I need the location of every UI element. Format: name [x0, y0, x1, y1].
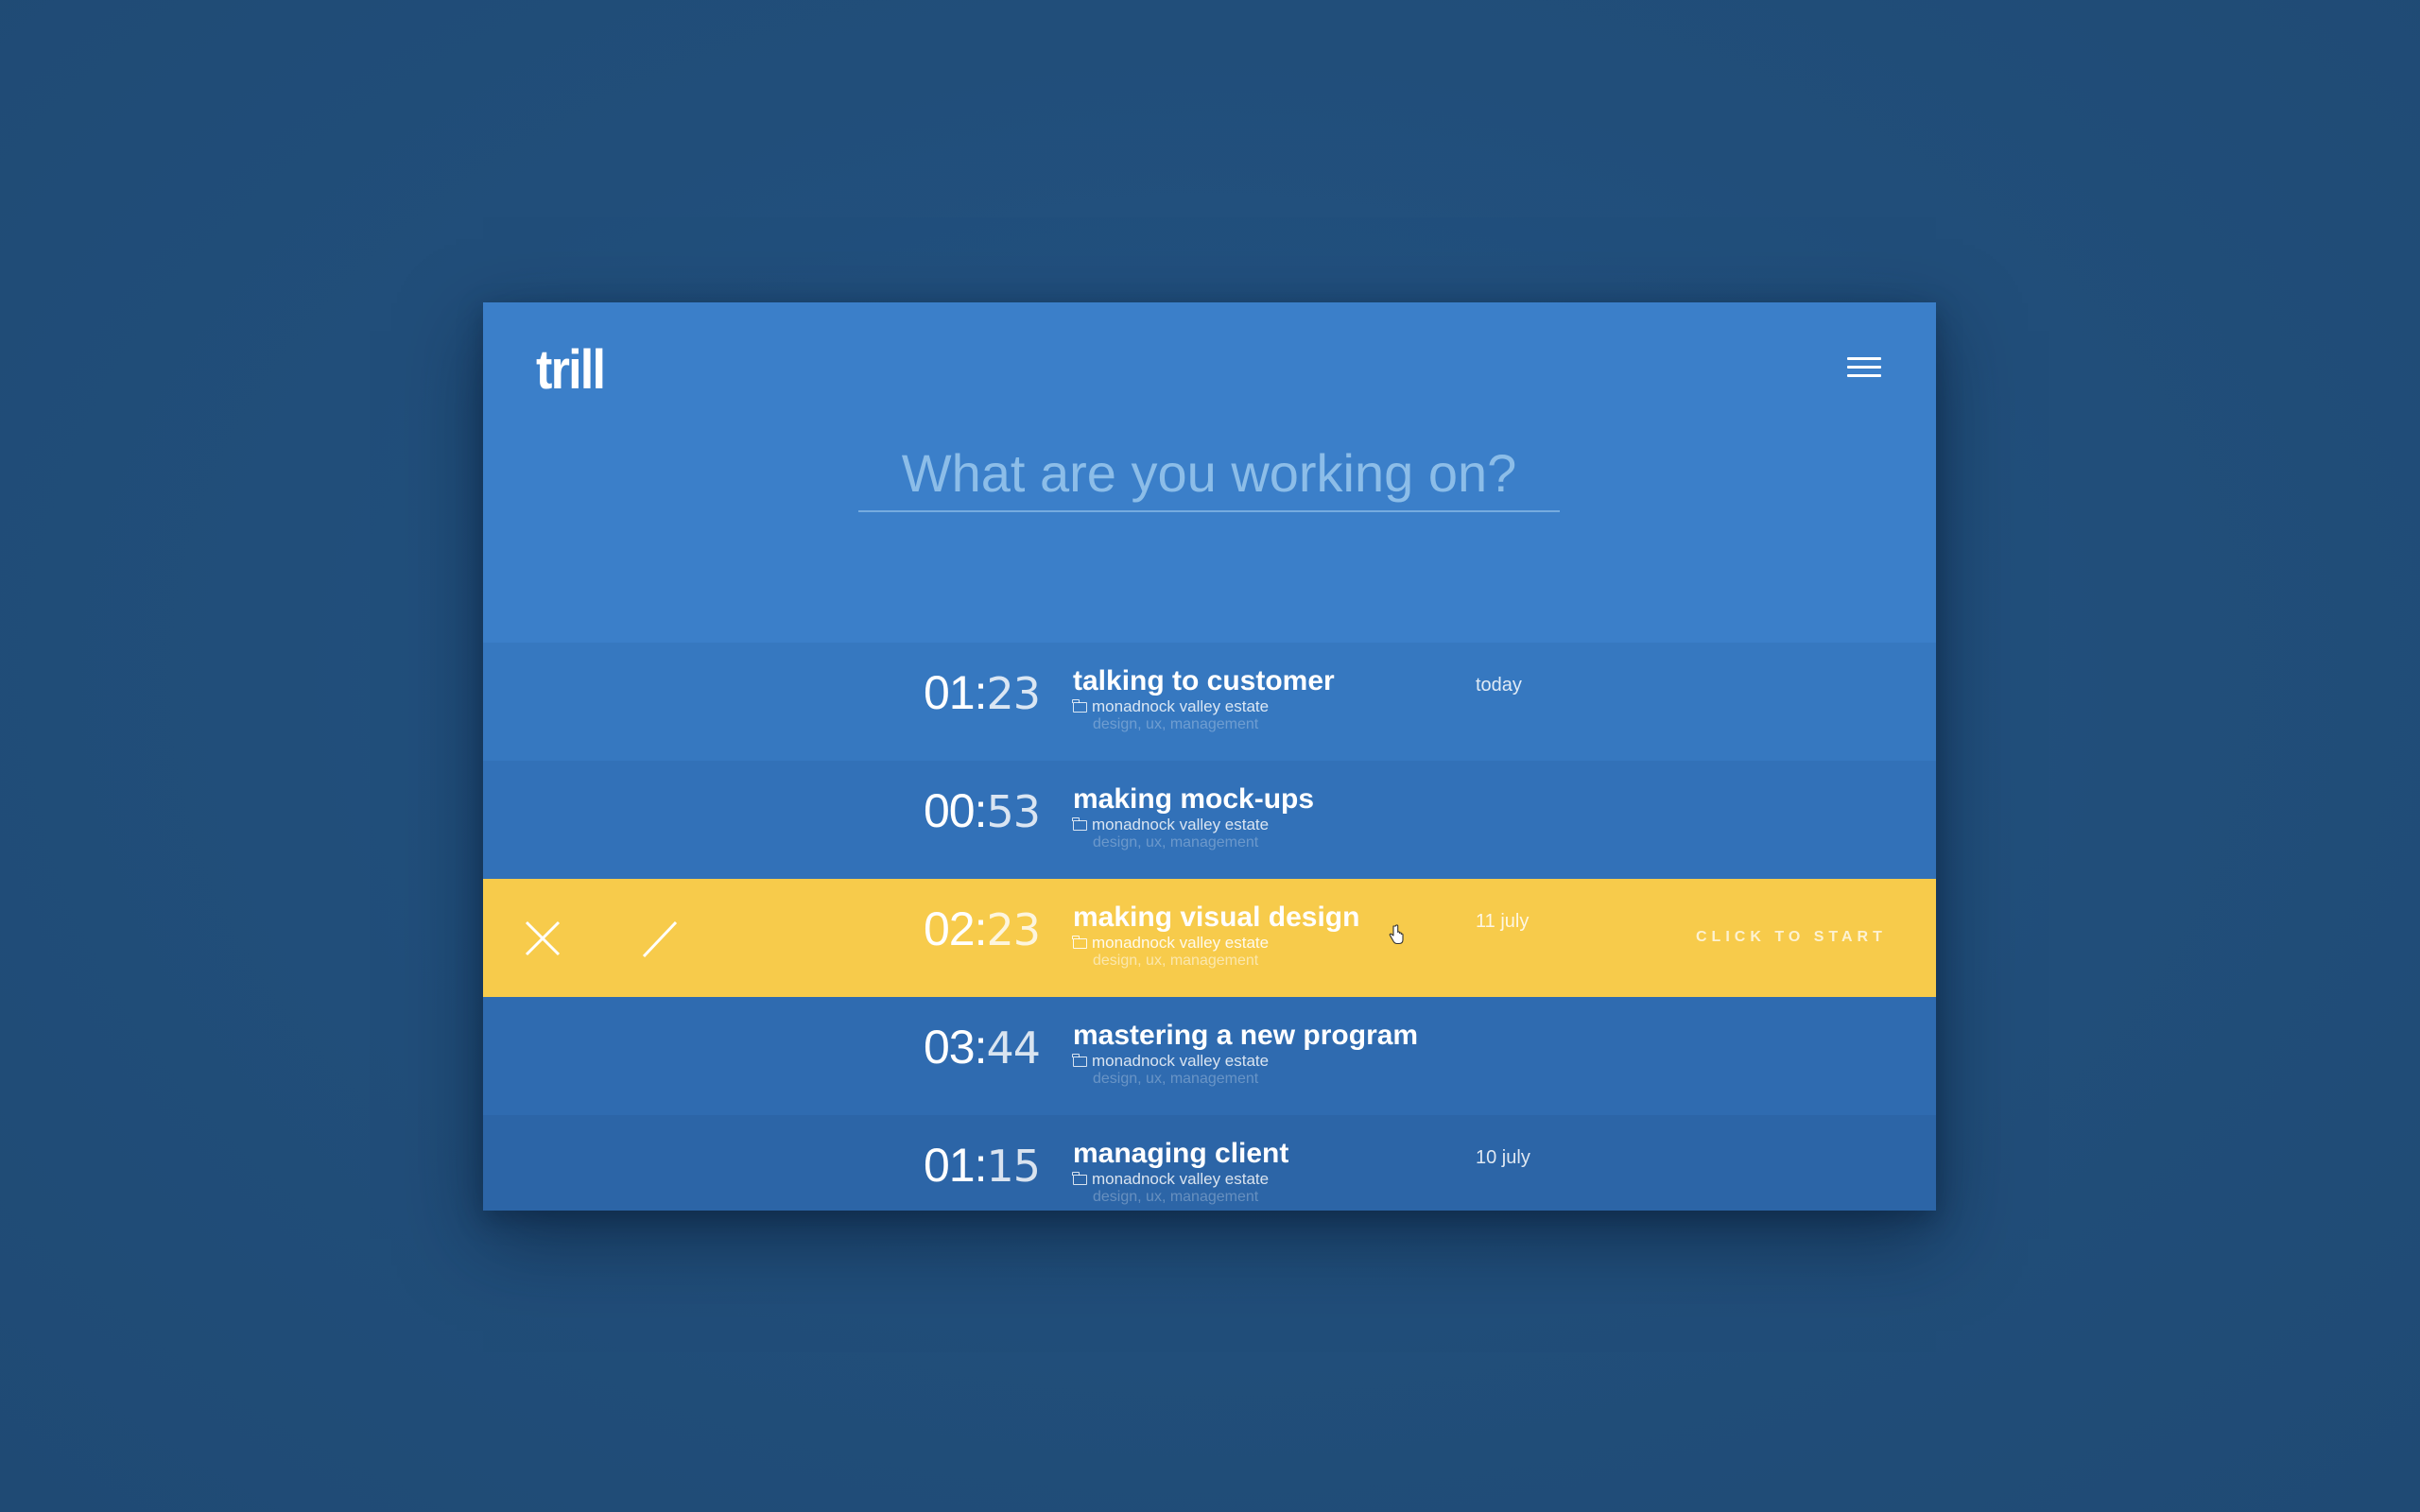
- time-colon: :: [974, 1021, 988, 1074]
- entry-date: 10 july: [1476, 1147, 1530, 1168]
- folder-icon: [1072, 1171, 1087, 1185]
- entry-duration: 03:44: [924, 1020, 1094, 1076]
- menu-line: [1847, 366, 1881, 369]
- entry-title: managing client: [1073, 1138, 1289, 1169]
- entry-hours: 00: [924, 784, 976, 837]
- entry-hours: 01: [924, 666, 976, 719]
- time-entry[interactable]: 03:44 mastering a new program monadnock …: [483, 997, 1936, 1115]
- entry-project: monadnock valley estate: [1072, 934, 1270, 953]
- entry-duration: 01:15: [924, 1138, 1094, 1194]
- entry-tags: design, ux, management: [1093, 716, 1259, 732]
- app-logo: trill: [536, 339, 606, 401]
- close-icon-svg: [525, 920, 561, 956]
- time-entry-active[interactable]: 02:23 making visual design monadnock val…: [483, 879, 1936, 997]
- folder-icon: [1072, 698, 1087, 713]
- menu-line: [1847, 357, 1881, 360]
- close-icon[interactable]: [519, 915, 566, 962]
- hamburger-menu-icon[interactable]: [1845, 350, 1885, 384]
- app-window: trill 01:23 talking to customer monadnoc…: [483, 302, 1936, 1211]
- entry-project-name: monadnock valley estate: [1092, 816, 1270, 833]
- entry-hours: 03: [924, 1021, 976, 1074]
- entry-hours: 02: [924, 902, 976, 955]
- entry-duration: 01:23: [924, 665, 1094, 722]
- entry-project-name: monadnock valley estate: [1092, 934, 1270, 952]
- task-input[interactable]: [858, 435, 1560, 512]
- entry-minutes: 15: [986, 1141, 1042, 1192]
- entry-duration: 00:53: [924, 783, 1094, 840]
- entry-duration: 02:23: [924, 902, 1094, 958]
- entry-title: mastering a new program: [1073, 1020, 1419, 1051]
- time-colon: :: [974, 902, 988, 955]
- entry-project: monadnock valley estate: [1072, 816, 1270, 834]
- time-entry[interactable]: 00:53 making mock-ups monadnock valley e…: [483, 761, 1936, 879]
- pencil-icon[interactable]: [636, 915, 683, 962]
- entry-minutes: 53: [986, 786, 1042, 837]
- entry-minutes: 44: [986, 1022, 1042, 1074]
- folder-icon: [1072, 1053, 1087, 1067]
- hand-cursor-icon: [1389, 924, 1404, 945]
- folder-icon: [1072, 935, 1087, 949]
- entry-tags: design, ux, management: [1093, 953, 1259, 969]
- menu-line: [1847, 374, 1881, 377]
- entry-date: today: [1476, 675, 1522, 696]
- time-entry[interactable]: 01:23 talking to customer monadnock vall…: [483, 643, 1936, 761]
- time-colon: :: [974, 1139, 988, 1192]
- pencil-icon-svg: [642, 920, 678, 958]
- entry-project-name: monadnock valley estate: [1092, 1052, 1270, 1070]
- entry-project: monadnock valley estate: [1072, 697, 1270, 716]
- click-to-start-button[interactable]: CLICK TO START: [1696, 929, 1887, 946]
- entry-tags: design, ux, management: [1093, 1189, 1259, 1205]
- time-colon: :: [974, 784, 988, 837]
- time-entry[interactable]: 01:15 managing client monadnock valley e…: [483, 1115, 1936, 1211]
- entry-date: 11 july: [1476, 911, 1530, 932]
- entry-project-name: monadnock valley estate: [1092, 1170, 1270, 1188]
- entry-project: monadnock valley estate: [1072, 1052, 1270, 1071]
- entry-minutes: 23: [986, 668, 1042, 719]
- entry-project-name: monadnock valley estate: [1092, 697, 1270, 715]
- folder-icon: [1072, 816, 1087, 831]
- entry-minutes: 23: [986, 904, 1042, 955]
- time-colon: :: [974, 666, 988, 719]
- entry-title: making mock-ups: [1073, 783, 1315, 815]
- entry-hours: 01: [924, 1139, 976, 1192]
- entry-title: making visual design: [1073, 902, 1360, 933]
- entry-tags: design, ux, management: [1093, 834, 1259, 850]
- entry-title: talking to customer: [1073, 665, 1335, 696]
- entry-tags: design, ux, management: [1093, 1071, 1259, 1087]
- entry-project: monadnock valley estate: [1072, 1170, 1270, 1189]
- header: trill: [483, 302, 1936, 643]
